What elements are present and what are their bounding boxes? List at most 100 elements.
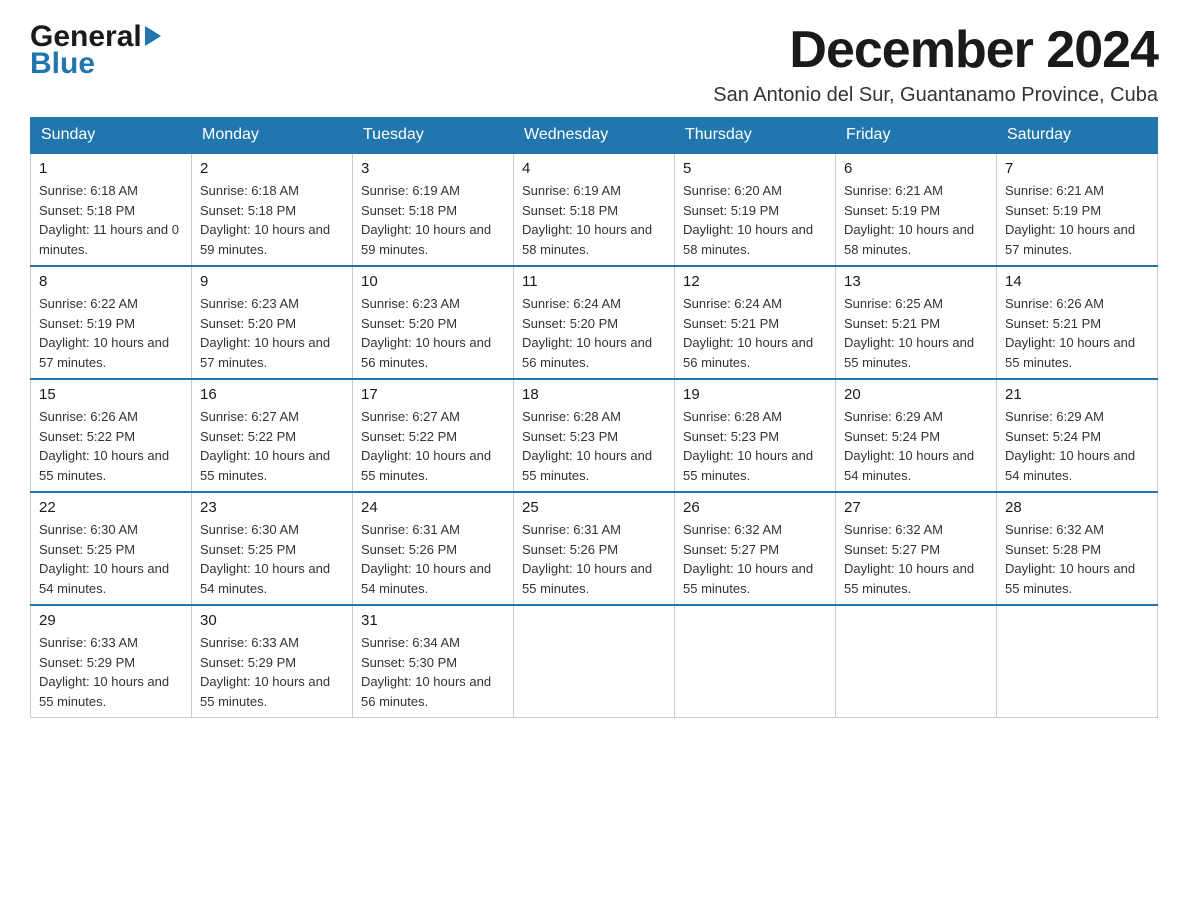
day-number: 29 (39, 612, 183, 629)
day-number: 12 (683, 273, 827, 290)
header-sunday: Sunday (31, 118, 192, 154)
day-cell-7: 7 Sunrise: 6:21 AM Sunset: 5:19 PM Dayli… (997, 153, 1158, 266)
calendar-week-row: 22 Sunrise: 6:30 AM Sunset: 5:25 PM Dayl… (31, 492, 1158, 605)
day-cell-20: 20 Sunrise: 6:29 AM Sunset: 5:24 PM Dayl… (836, 379, 997, 492)
day-cell-11: 11 Sunrise: 6:24 AM Sunset: 5:20 PM Dayl… (514, 266, 675, 379)
header-monday: Monday (192, 118, 353, 154)
day-cell-2: 2 Sunrise: 6:18 AM Sunset: 5:18 PM Dayli… (192, 153, 353, 266)
day-cell-4: 4 Sunrise: 6:19 AM Sunset: 5:18 PM Dayli… (514, 153, 675, 266)
day-info: Sunrise: 6:27 AM Sunset: 5:22 PM Dayligh… (200, 407, 344, 485)
day-info: Sunrise: 6:19 AM Sunset: 5:18 PM Dayligh… (522, 181, 666, 259)
day-info: Sunrise: 6:24 AM Sunset: 5:21 PM Dayligh… (683, 294, 827, 372)
day-info: Sunrise: 6:23 AM Sunset: 5:20 PM Dayligh… (361, 294, 505, 372)
day-number: 18 (522, 386, 666, 403)
logo: General Blue (30, 20, 161, 80)
day-info: Sunrise: 6:28 AM Sunset: 5:23 PM Dayligh… (522, 407, 666, 485)
day-info: Sunrise: 6:33 AM Sunset: 5:29 PM Dayligh… (200, 633, 344, 711)
day-number: 19 (683, 386, 827, 403)
day-number: 1 (39, 160, 183, 177)
day-info: Sunrise: 6:30 AM Sunset: 5:25 PM Dayligh… (200, 520, 344, 598)
calendar-week-row: 15 Sunrise: 6:26 AM Sunset: 5:22 PM Dayl… (31, 379, 1158, 492)
header-saturday: Saturday (997, 118, 1158, 154)
day-info: Sunrise: 6:32 AM Sunset: 5:27 PM Dayligh… (683, 520, 827, 598)
day-number: 8 (39, 273, 183, 290)
day-info: Sunrise: 6:22 AM Sunset: 5:19 PM Dayligh… (39, 294, 183, 372)
title-section: December 2024 San Antonio del Sur, Guant… (713, 20, 1158, 107)
empty-cell (997, 605, 1158, 718)
day-number: 26 (683, 499, 827, 516)
day-number: 4 (522, 160, 666, 177)
day-info: Sunrise: 6:21 AM Sunset: 5:19 PM Dayligh… (1005, 181, 1149, 259)
header-tuesday: Tuesday (353, 118, 514, 154)
day-info: Sunrise: 6:29 AM Sunset: 5:24 PM Dayligh… (844, 407, 988, 485)
day-cell-30: 30 Sunrise: 6:33 AM Sunset: 5:29 PM Dayl… (192, 605, 353, 718)
day-number: 2 (200, 160, 344, 177)
day-info: Sunrise: 6:19 AM Sunset: 5:18 PM Dayligh… (361, 181, 505, 259)
day-number: 27 (844, 499, 988, 516)
day-info: Sunrise: 6:23 AM Sunset: 5:20 PM Dayligh… (200, 294, 344, 372)
day-number: 31 (361, 612, 505, 629)
location-subtitle: San Antonio del Sur, Guantanamo Province… (713, 84, 1158, 107)
logo-blue-text: Blue (30, 47, 161, 80)
day-info: Sunrise: 6:34 AM Sunset: 5:30 PM Dayligh… (361, 633, 505, 711)
day-cell-31: 31 Sunrise: 6:34 AM Sunset: 5:30 PM Dayl… (353, 605, 514, 718)
day-number: 13 (844, 273, 988, 290)
header-friday: Friday (836, 118, 997, 154)
day-cell-12: 12 Sunrise: 6:24 AM Sunset: 5:21 PM Dayl… (675, 266, 836, 379)
day-info: Sunrise: 6:31 AM Sunset: 5:26 PM Dayligh… (522, 520, 666, 598)
day-number: 7 (1005, 160, 1149, 177)
day-cell-10: 10 Sunrise: 6:23 AM Sunset: 5:20 PM Dayl… (353, 266, 514, 379)
day-info: Sunrise: 6:33 AM Sunset: 5:29 PM Dayligh… (39, 633, 183, 711)
day-info: Sunrise: 6:20 AM Sunset: 5:19 PM Dayligh… (683, 181, 827, 259)
day-number: 15 (39, 386, 183, 403)
day-cell-25: 25 Sunrise: 6:31 AM Sunset: 5:26 PM Dayl… (514, 492, 675, 605)
day-info: Sunrise: 6:24 AM Sunset: 5:20 PM Dayligh… (522, 294, 666, 372)
day-cell-28: 28 Sunrise: 6:32 AM Sunset: 5:28 PM Dayl… (997, 492, 1158, 605)
day-info: Sunrise: 6:18 AM Sunset: 5:18 PM Dayligh… (200, 181, 344, 259)
day-cell-5: 5 Sunrise: 6:20 AM Sunset: 5:19 PM Dayli… (675, 153, 836, 266)
day-info: Sunrise: 6:32 AM Sunset: 5:28 PM Dayligh… (1005, 520, 1149, 598)
day-number: 9 (200, 273, 344, 290)
day-cell-13: 13 Sunrise: 6:25 AM Sunset: 5:21 PM Dayl… (836, 266, 997, 379)
month-year-title: December 2024 (713, 20, 1158, 80)
calendar-week-row: 29 Sunrise: 6:33 AM Sunset: 5:29 PM Dayl… (31, 605, 1158, 718)
day-cell-21: 21 Sunrise: 6:29 AM Sunset: 5:24 PM Dayl… (997, 379, 1158, 492)
day-info: Sunrise: 6:31 AM Sunset: 5:26 PM Dayligh… (361, 520, 505, 598)
day-cell-6: 6 Sunrise: 6:21 AM Sunset: 5:19 PM Dayli… (836, 153, 997, 266)
day-cell-29: 29 Sunrise: 6:33 AM Sunset: 5:29 PM Dayl… (31, 605, 192, 718)
empty-cell (514, 605, 675, 718)
day-cell-23: 23 Sunrise: 6:30 AM Sunset: 5:25 PM Dayl… (192, 492, 353, 605)
day-number: 24 (361, 499, 505, 516)
header-wednesday: Wednesday (514, 118, 675, 154)
day-number: 10 (361, 273, 505, 290)
day-info: Sunrise: 6:26 AM Sunset: 5:22 PM Dayligh… (39, 407, 183, 485)
day-cell-26: 26 Sunrise: 6:32 AM Sunset: 5:27 PM Dayl… (675, 492, 836, 605)
day-number: 14 (1005, 273, 1149, 290)
day-number: 30 (200, 612, 344, 629)
day-info: Sunrise: 6:32 AM Sunset: 5:27 PM Dayligh… (844, 520, 988, 598)
day-info: Sunrise: 6:28 AM Sunset: 5:23 PM Dayligh… (683, 407, 827, 485)
day-number: 22 (39, 499, 183, 516)
empty-cell (675, 605, 836, 718)
day-info: Sunrise: 6:26 AM Sunset: 5:21 PM Dayligh… (1005, 294, 1149, 372)
day-cell-19: 19 Sunrise: 6:28 AM Sunset: 5:23 PM Dayl… (675, 379, 836, 492)
day-cell-8: 8 Sunrise: 6:22 AM Sunset: 5:19 PM Dayli… (31, 266, 192, 379)
day-number: 11 (522, 273, 666, 290)
header-thursday: Thursday (675, 118, 836, 154)
day-number: 28 (1005, 499, 1149, 516)
day-info: Sunrise: 6:25 AM Sunset: 5:21 PM Dayligh… (844, 294, 988, 372)
calendar-week-row: 8 Sunrise: 6:22 AM Sunset: 5:19 PM Dayli… (31, 266, 1158, 379)
day-cell-9: 9 Sunrise: 6:23 AM Sunset: 5:20 PM Dayli… (192, 266, 353, 379)
day-info: Sunrise: 6:27 AM Sunset: 5:22 PM Dayligh… (361, 407, 505, 485)
day-cell-18: 18 Sunrise: 6:28 AM Sunset: 5:23 PM Dayl… (514, 379, 675, 492)
day-number: 3 (361, 160, 505, 177)
page-header: General Blue December 2024 San Antonio d… (30, 20, 1158, 107)
day-number: 20 (844, 386, 988, 403)
day-info: Sunrise: 6:29 AM Sunset: 5:24 PM Dayligh… (1005, 407, 1149, 485)
day-info: Sunrise: 6:18 AM Sunset: 5:18 PM Dayligh… (39, 181, 183, 259)
day-number: 6 (844, 160, 988, 177)
day-number: 17 (361, 386, 505, 403)
weekday-header-row: Sunday Monday Tuesday Wednesday Thursday… (31, 118, 1158, 154)
day-cell-1: 1 Sunrise: 6:18 AM Sunset: 5:18 PM Dayli… (31, 153, 192, 266)
logo-triangle-icon (145, 26, 161, 46)
